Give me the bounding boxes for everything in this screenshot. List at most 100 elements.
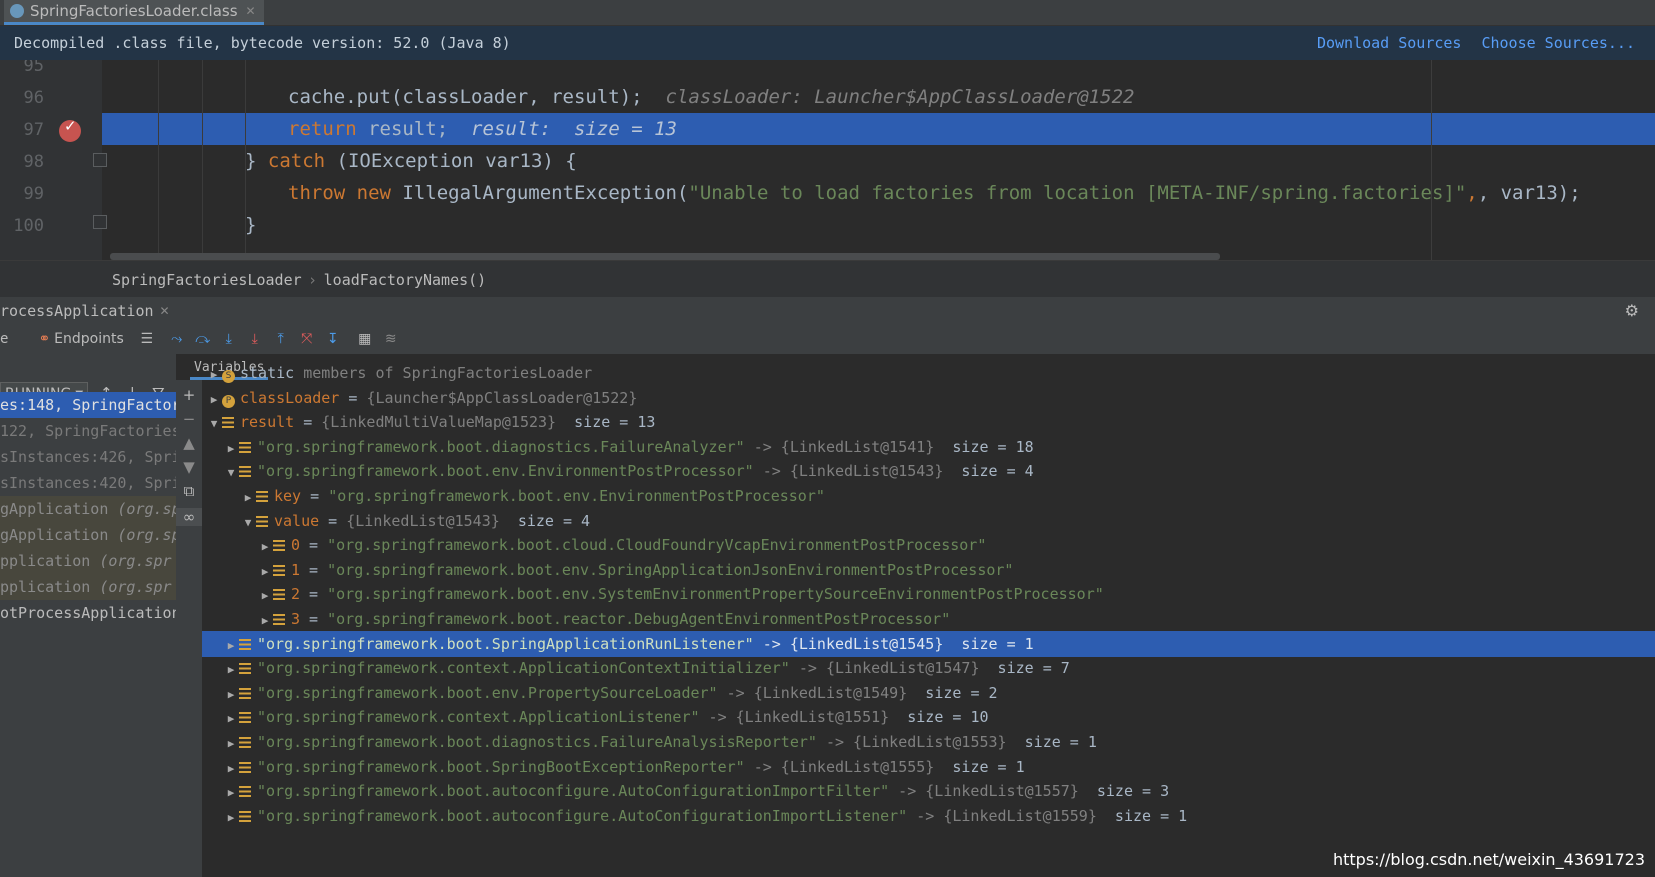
variable-row[interactable]: ▶ "org.springframework.context.Applicatio… — [202, 655, 1655, 681]
variable-size: size = 4 — [943, 462, 1034, 481]
variable-row[interactable]: ▶ "org.springframework.boot.autoconfigure… — [202, 778, 1655, 804]
force-step-into-icon[interactable]: ⤓ — [242, 331, 268, 347]
frame-item[interactable]: gApplication (org.sp — [0, 522, 176, 548]
move-down-icon[interactable]: ▼ — [176, 458, 202, 476]
variables-toolbar: + − ▲ ▼ ⧉ ∞ — [176, 380, 202, 877]
field-icon — [239, 638, 251, 650]
run-to-cursor-icon[interactable]: ↧ — [320, 331, 346, 347]
variables-panel: Variables + − ▲ ▼ ⧉ ∞ ▶ Sstatic members o… — [176, 354, 1655, 877]
variable-name: key — [274, 487, 302, 505]
variable-row[interactable]: ▶ "org.springframework.context.Applicatio… — [202, 704, 1655, 730]
variable-string-value: "org.springframework.boot.autoconfigure.… — [257, 782, 890, 801]
variable-row[interactable]: ▶ key = "org.springframework.boot.env.Env… — [202, 483, 1655, 509]
frames-list-icon[interactable]: ☰ — [134, 331, 160, 347]
code-editor[interactable]: 95 96 97 98 99 100 cache.put(classLoader… — [0, 60, 1655, 260]
breakpoint-icon[interactable] — [59, 117, 81, 142]
variable-value: -> {LinkedList@1555} — [744, 757, 935, 776]
variable-size: size = 2 — [907, 683, 998, 702]
field-icon — [239, 786, 251, 798]
variable-value: -> {LinkedList@1545} — [753, 634, 944, 653]
copy-icon[interactable]: ⧉ — [176, 482, 202, 500]
frame-item[interactable]: sInstances:420, Spri — [0, 470, 176, 496]
breadcrumb-method[interactable]: loadFactoryNames() — [324, 271, 487, 289]
variable-row[interactable]: ▼ value = {LinkedList@1543} size = 4 — [202, 508, 1655, 534]
variable-size: size = 13 — [556, 413, 656, 432]
variable-string-value: "org.springframework.boot.SpringBootExce… — [257, 757, 745, 776]
frames-panel: RUNNING▼ ↑ ↓ ⛛ es:148, SpringFactor 122,… — [0, 354, 177, 877]
step-over-icon[interactable]: ⤼ — [190, 331, 216, 347]
line-number: 99 — [23, 184, 44, 204]
variable-value: -> {LinkedList@1551} — [699, 708, 890, 727]
variable-row[interactable]: ▶ 2 = "org.springframework.boot.env.Syste… — [202, 581, 1655, 607]
frame-item[interactable]: pplication (org.spr — [0, 574, 176, 600]
variable-row[interactable]: ▶ "org.springframework.boot.autoconfigure… — [202, 803, 1655, 829]
show-execution-point-icon[interactable]: ⤳ — [164, 331, 190, 347]
step-into-icon[interactable]: ⤓ — [216, 331, 242, 347]
variable-value: {Launcher$AppClassLoader@1522} — [366, 388, 638, 407]
frame-item[interactable]: es:148, SpringFactor — [0, 392, 176, 418]
close-tab-icon[interactable]: ✕ — [246, 4, 256, 18]
debug-tab-title[interactable]: rocessApplication ✕ ⚙ — [0, 297, 1655, 324]
static-icon: S — [222, 370, 235, 383]
variable-row[interactable]: ▶ "org.springframework.boot.diagnostics.F… — [202, 729, 1655, 755]
frame-item[interactable]: sInstances:426, Spri — [0, 444, 176, 470]
new-watch-icon[interactable]: + — [176, 386, 202, 404]
move-up-icon[interactable]: ▲ — [176, 434, 202, 452]
console-tab-fragment[interactable]: e — [0, 331, 8, 347]
frame-item[interactable]: gApplication (org.sp — [0, 496, 176, 522]
variable-name: 1 — [291, 560, 301, 579]
variable-row[interactable]: ▶ PclassLoader = {Launcher$AppClassLoader… — [202, 385, 1655, 411]
variable-value: {LinkedList@1543} — [346, 511, 500, 530]
variable-row[interactable]: ▶ 0 = "org.springframework.boot.cloud.Clo… — [202, 532, 1655, 558]
variable-row[interactable]: ▶ "org.springframework.boot.diagnostics.F… — [202, 434, 1655, 460]
field-icon — [256, 491, 268, 502]
debug-toolbar: e ⚭ Endpoints ☰ ⤳ ⤼ ⤓ ⤓ ⤒ ⤧ ↧ ▦ ≋ — [0, 324, 1655, 355]
variable-row[interactable]: ▶ "org.springframework.boot.SpringBootExc… — [202, 754, 1655, 780]
expand-right-icon[interactable]: ▶ — [223, 805, 239, 831]
debug-session-label: rocessApplication — [0, 301, 154, 320]
variable-row[interactable]: ▶ "org.springframework.boot.SpringApplica… — [202, 630, 1655, 657]
variable-row[interactable]: ▼ result = {LinkedMultiValueMap@1523} siz… — [202, 409, 1655, 435]
code-line-100: } — [245, 214, 257, 236]
inline-debug-hint: result: size = 13 — [471, 118, 677, 140]
step-out-icon[interactable]: ⤒ — [268, 331, 294, 347]
variable-row[interactable]: ▶ 1 = "org.springframework.boot.env.Sprin… — [202, 557, 1655, 583]
line-number: 95 — [23, 60, 44, 76]
variable-string-value: "org.springframework.context.Application… — [257, 659, 790, 678]
drop-frame-icon[interactable]: ⤧ — [294, 331, 320, 347]
gear-icon[interactable]: ⚙ — [1625, 301, 1639, 320]
variable-size: size = 1 — [943, 634, 1034, 653]
field-icon — [239, 441, 251, 453]
frame-item[interactable]: pplication (org.spr — [0, 548, 176, 574]
frame-item[interactable]: otProcessApplication — [0, 600, 176, 626]
variable-string-value: "org.springframework.boot.diagnostics.Fa… — [257, 733, 817, 751]
line-number: 98 — [23, 152, 44, 172]
banner-message: Decompiled .class file, bytecode version… — [14, 34, 511, 52]
variable-size: size = 1 — [1006, 733, 1097, 751]
variable-row[interactable]: ▶ "org.springframework.boot.env.PropertyS… — [202, 680, 1655, 706]
variable-string-value: "org.springframework.boot.env.SystemEnvi… — [327, 585, 1104, 604]
evaluate-expression-icon[interactable]: ▦ — [352, 331, 378, 347]
field-icon — [256, 515, 268, 527]
field-icon — [239, 466, 251, 478]
editor-tab[interactable]: SpringFactoriesLoader.class ✕ — [4, 0, 264, 25]
variable-row[interactable]: ▼ "org.springframework.boot.env.Environme… — [202, 458, 1655, 484]
remove-watch-icon[interactable]: − — [176, 410, 202, 428]
variable-name: value — [274, 511, 320, 530]
horizontal-scrollbar[interactable] — [110, 253, 1220, 260]
frame-item[interactable]: 122, SpringFactories — [0, 418, 176, 444]
breadcrumb-class[interactable]: SpringFactoriesLoader — [112, 271, 302, 289]
breadcrumb-separator-icon: › — [309, 270, 316, 289]
code-line-97: return result; result: size = 13 — [102, 113, 1655, 145]
variable-name: static — [240, 364, 295, 382]
endpoints-tab[interactable]: ⚭ Endpoints — [38, 331, 123, 347]
variable-value: -> {LinkedList@1553} — [816, 733, 1007, 751]
variable-row[interactable]: ▶ 3 = "org.springframework.boot.reactor.D… — [202, 606, 1655, 632]
show-watches-icon[interactable]: ∞ — [176, 508, 202, 526]
variable-row[interactable]: ▶ Sstatic members of SpringFactoriesLoade… — [202, 360, 1655, 386]
field-icon — [239, 663, 251, 675]
choose-sources-link[interactable]: Choose Sources... — [1481, 34, 1635, 52]
download-sources-link[interactable]: Download Sources — [1317, 34, 1462, 52]
field-icon — [239, 737, 251, 748]
close-session-icon[interactable]: ✕ — [160, 304, 170, 318]
